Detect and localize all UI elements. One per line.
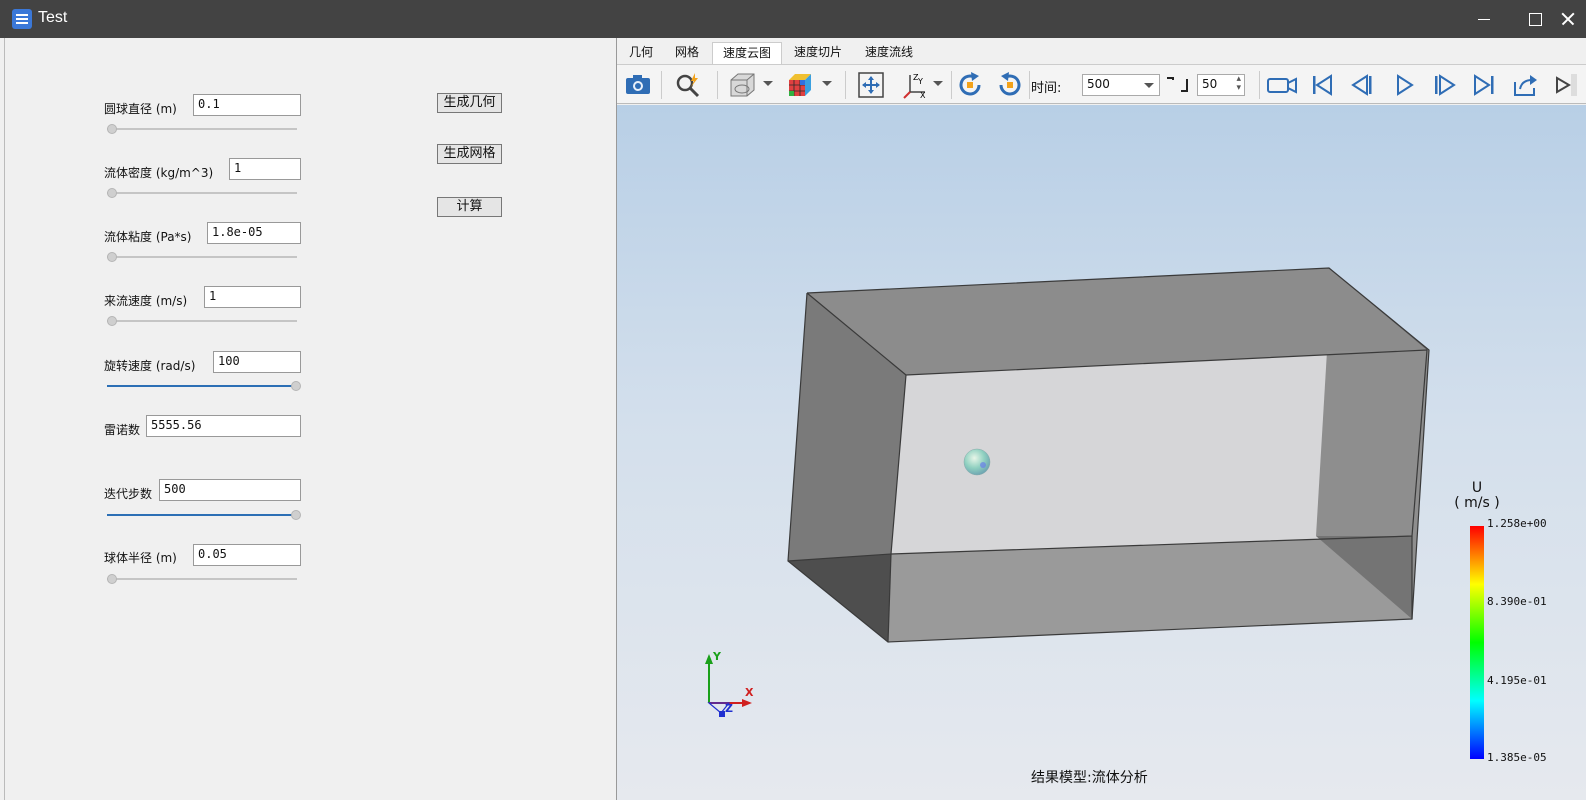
rotate-ccw-icon[interactable] (995, 70, 1025, 100)
step-spinbox[interactable]: 50 (1197, 74, 1245, 96)
result-panel: 几何 网格 速度云图 速度切片 速度流线 ZYX 时间: 500 ▴ 50 ▾ … (616, 38, 1586, 800)
close-button[interactable] (1560, 0, 1586, 38)
time-select[interactable]: 500 (1082, 74, 1160, 96)
rotate-cw-icon[interactable] (955, 70, 985, 100)
title-bar: Test (0, 0, 1586, 38)
iterations-label: 迭代步数 (104, 487, 153, 501)
color-legend-bar (1470, 526, 1484, 759)
generate-mesh-button[interactable]: 生成网格 (437, 144, 502, 164)
time-label: 时间: (1031, 81, 1062, 96)
axis-orient-icon[interactable]: ZYX (900, 70, 930, 100)
minimize-button[interactable] (1458, 0, 1510, 38)
tab-velocity-slice[interactable]: 速度切片 (784, 42, 852, 64)
viscosity-field[interactable]: 1.8e-05 (207, 222, 301, 244)
generate-geometry-button[interactable]: 生成几何 (437, 93, 502, 113)
maximize-button[interactable] (1510, 0, 1562, 38)
compute-button[interactable]: 计算 (437, 197, 502, 217)
next-frame-icon[interactable] (1429, 70, 1459, 100)
camera-icon[interactable] (623, 70, 653, 100)
legend-title: U (1471, 480, 1483, 496)
reynolds-label: 雷诺数 (104, 423, 141, 437)
inflow-velocity-field[interactable]: 1 (204, 286, 301, 308)
window-title: Test (38, 9, 68, 26)
inflow-velocity-label: 来流速度 (m/s) (104, 294, 188, 308)
viscosity-label: 流体粘度 (Pa*s) (104, 230, 192, 244)
tab-mesh[interactable]: 网格 (665, 42, 709, 64)
iterations-field[interactable]: 500 (159, 479, 301, 501)
iterations-slider[interactable] (107, 510, 301, 520)
tab-velocity-streamline[interactable]: 速度流线 (855, 42, 923, 64)
sphere (963, 448, 991, 476)
density-slider[interactable] (107, 188, 301, 198)
play-icon[interactable] (1389, 70, 1419, 100)
viscosity-slider[interactable] (107, 252, 301, 262)
legend-tick-low: 4.195e-01 (1487, 674, 1547, 687)
sphere-radius-label: 球体半径 (m) (104, 551, 177, 565)
display-mode-icon[interactable] (727, 70, 757, 100)
reynolds-field[interactable]: 5555.56 (146, 415, 301, 437)
legend-unit: ( m/s ) (1454, 495, 1500, 511)
sphere-radius-slider[interactable] (107, 574, 301, 584)
zoom-icon[interactable] (673, 70, 703, 100)
first-frame-icon[interactable] (1307, 70, 1337, 100)
parameter-panel: 圆球直径 (m) 0.1 流体密度 (kg/m^3) 1 流体粘度 (Pa*s)… (4, 38, 616, 800)
density-field[interactable]: 1 (229, 158, 301, 180)
axis-z-label: Z (725, 702, 733, 715)
rotation-speed-field[interactable]: 100 (213, 351, 301, 373)
legend-tick-max: 1.258e+00 (1487, 517, 1547, 530)
prev-frame-icon[interactable] (1347, 70, 1377, 100)
svg-text:X: X (920, 91, 926, 100)
diameter-field[interactable]: 0.1 (193, 94, 301, 116)
rotation-speed-slider[interactable] (107, 381, 301, 391)
step-icon (1165, 75, 1189, 95)
result-model-label: 结果模型:流体分析 (1031, 770, 1148, 786)
more-icon[interactable] (1551, 70, 1579, 100)
color-cube-icon[interactable] (785, 70, 815, 100)
export-icon[interactable] (1510, 70, 1540, 100)
3d-viewport[interactable]: Y X Z U ( m/s ) 1.258e+00 8.390e-01 4.19… (617, 105, 1586, 800)
inflow-velocity-slider[interactable] (107, 316, 301, 326)
tab-geometry[interactable]: 几何 (619, 42, 663, 64)
rotation-speed-label: 旋转速度 (rad/s) (104, 359, 196, 373)
last-frame-icon[interactable] (1469, 70, 1499, 100)
svg-text:Y: Y (917, 77, 923, 86)
legend-tick-min: 1.385e-05 (1487, 751, 1547, 764)
record-icon[interactable] (1265, 70, 1297, 100)
app-icon (12, 9, 32, 29)
diameter-label: 圆球直径 (m) (104, 102, 177, 116)
axis-x-label: X (745, 686, 754, 699)
sphere-radius-field[interactable]: 0.05 (193, 544, 301, 566)
toolbar: ZYX 时间: 500 50 (617, 64, 1586, 104)
axis-y-label: Y (713, 650, 721, 663)
density-label: 流体密度 (kg/m^3) (104, 166, 214, 180)
legend-tick-high: 8.390e-01 (1487, 595, 1547, 608)
fit-view-icon[interactable] (856, 70, 886, 100)
tab-velocity-contour[interactable]: 速度云图 (712, 42, 783, 64)
diameter-slider[interactable] (107, 124, 301, 134)
domain-box (705, 267, 1430, 717)
